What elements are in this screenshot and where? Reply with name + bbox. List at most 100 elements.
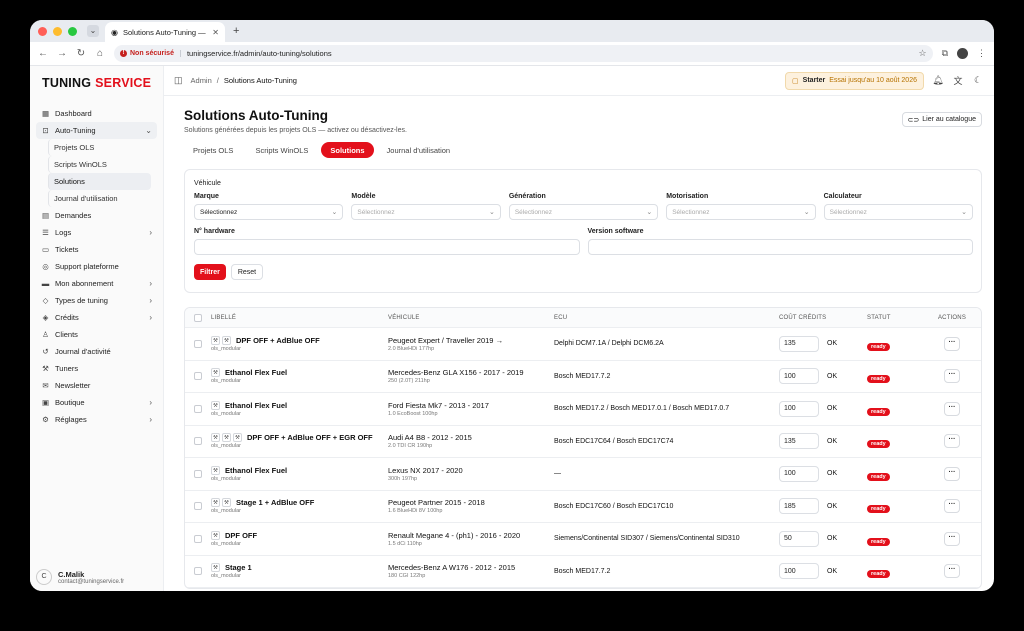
sidebar-item-journal-activite[interactable]: ↺ Journal d'activité (36, 343, 157, 360)
credits-ok-button[interactable]: OK (827, 373, 837, 380)
sidebar-item-abonnement[interactable]: ▬ Mon abonnement › (36, 275, 157, 292)
credits-input[interactable]: 100 (779, 563, 819, 580)
select-all-checkbox[interactable] (194, 313, 202, 322)
sidebar-item-tuners[interactable]: ⚒ Tuners (36, 360, 157, 377)
sidebar-toggle-icon[interactable]: ◫ (174, 75, 183, 86)
credits-input[interactable]: 135 (779, 433, 819, 450)
home-icon[interactable]: ⌂ (95, 48, 105, 59)
row-checkbox[interactable] (194, 339, 202, 348)
bookmark-star-icon[interactable]: ☆ (918, 48, 926, 59)
sidebar-item-credits[interactable]: ◈ Crédits › (36, 309, 157, 326)
software-input[interactable] (587, 239, 973, 255)
row-checkbox[interactable] (194, 437, 202, 446)
credits-input[interactable]: 100 (779, 368, 819, 385)
sidebar-item-tickets[interactable]: ▭ Tickets (36, 241, 157, 258)
table-row[interactable]: ⚒ ⚒ ⚒ DPF OFF + AdBlue OFF + EGR OFF ols_mod… (185, 426, 981, 458)
tab-scripts-winols[interactable]: Scripts WinOLS (246, 142, 317, 158)
profile-avatar[interactable] (957, 48, 968, 59)
sidebar-item-clients[interactable]: ♙ Clients (36, 326, 157, 343)
row-checkbox[interactable] (194, 534, 202, 543)
row-actions-button[interactable]: ··· (944, 499, 960, 514)
calculateur-select[interactable]: Sélectionnez ⌄ (823, 204, 974, 220)
forward-icon[interactable]: → (57, 48, 67, 59)
credits-ok-button[interactable]: OK (827, 568, 837, 575)
table-row[interactable]: ⚒ Stage 1 ols_modular Mercedes-Benz A W176 … (185, 556, 981, 588)
link-catalog-button[interactable]: ⊂⊃ Lier au catalogue (901, 112, 982, 127)
bell-icon[interactable]: 🔔︎ (932, 75, 944, 86)
row-checkbox[interactable] (194, 404, 202, 413)
credits-input[interactable]: 100 (779, 400, 819, 417)
filter-button[interactable]: Filtrer (194, 264, 226, 280)
window-controls (38, 26, 77, 36)
row-actions-button[interactable]: ··· (944, 434, 960, 449)
user-card[interactable]: C C.Malik contact@tuningservice.fr (36, 569, 157, 585)
sidebar-item-types-tuning[interactable]: ◇ Types de tuning › (36, 292, 157, 309)
credits-input[interactable]: 50 (779, 530, 819, 547)
sidebar-subitem-projets-ols[interactable]: Projets OLS (48, 139, 151, 156)
tab-projets-ols[interactable]: Projets OLS (184, 142, 242, 158)
browser-menu-icon[interactable]: ⋮ (977, 48, 986, 59)
url-field[interactable]: ! Non sécurisé tuningservice.fr/admin/au… (114, 45, 933, 62)
sidebar-item-reglages[interactable]: ⚙ Réglages › (36, 411, 157, 428)
tab-search-icon[interactable]: ⌄ (87, 25, 99, 37)
row-actions-button[interactable]: ··· (944, 401, 960, 416)
browser-tab[interactable]: ◉ Solutions Auto-Tuning — Adm ✕ (105, 22, 225, 42)
sidebar-item-newsletter[interactable]: ✉ Newsletter (36, 377, 157, 394)
sidebar-subitem-scripts-winols[interactable]: Scripts WinOLS (48, 156, 151, 173)
modele-select[interactable]: Sélectionnez ⌄ (351, 204, 501, 220)
maximize-window-button[interactable] (68, 26, 77, 36)
row-checkbox[interactable] (194, 567, 202, 576)
sidebar-item-auto-tuning[interactable]: ⊡ Auto-Tuning ⌄ (36, 122, 157, 139)
sidebar-item-dashboard[interactable]: ▦ Dashboard (36, 105, 157, 122)
moon-icon[interactable]: ☾ (972, 75, 984, 86)
credits-ok-button[interactable]: OK (827, 438, 837, 445)
row-actions-button[interactable]: ··· (944, 466, 960, 481)
reset-button[interactable]: Reset (230, 264, 264, 280)
row-checkbox[interactable] (194, 502, 202, 511)
sidebar-subitem-journal[interactable]: Journal d'utilisation (48, 190, 151, 207)
hardware-input[interactable] (194, 239, 580, 255)
row-actions-button[interactable]: ··· (944, 564, 960, 579)
tab-solutions[interactable]: Solutions (321, 142, 374, 158)
credits-ok-button[interactable]: OK (827, 535, 837, 542)
row-actions-button[interactable]: ··· (944, 336, 960, 351)
credits-input[interactable]: 185 (779, 498, 819, 515)
back-icon[interactable]: ← (38, 48, 48, 59)
credits-ok-button[interactable]: OK (827, 470, 837, 477)
table-row[interactable]: ⚒ ⚒ DPF OFF + AdBlue OFF ols_modular Peugeot… (185, 328, 981, 361)
credits-ok-button[interactable]: OK (827, 503, 837, 510)
close-window-button[interactable] (38, 26, 47, 36)
sidebar-item-support[interactable]: ◎ Support plateforme (36, 258, 157, 275)
security-indicator[interactable]: ! Non sécurisé (120, 50, 181, 57)
row-actions-button[interactable]: ··· (944, 369, 960, 384)
reload-icon[interactable]: ↻ (76, 48, 86, 59)
table-row[interactable]: ⚒ ⚒ Stage 1 + AdBlue OFF ols_modular Peugeot… (185, 491, 981, 523)
table-row[interactable]: ⚒ Ethanol Flex Fuel ols_modular Lexus NX 20… (185, 458, 981, 491)
plan-badge[interactable]: ▢ Starter Essai jusqu'au 10 août 2026 (785, 71, 924, 90)
table-row[interactable]: ⚒ DPF OFF ols_modular Renault Megane 4 - (p… (185, 523, 981, 556)
close-tab-icon[interactable]: ✕ (212, 28, 219, 37)
minimize-window-button[interactable] (53, 26, 62, 36)
new-tab-icon[interactable]: + (233, 25, 239, 37)
generation-select[interactable]: Sélectionnez ⌄ (508, 204, 659, 220)
credits-input[interactable]: 135 (779, 335, 819, 352)
tab-journal-utilisation[interactable]: Journal d'utilisation (378, 142, 460, 158)
row-checkbox[interactable] (194, 469, 202, 478)
sidebar-item-boutique[interactable]: ▣ Boutique › (36, 394, 157, 411)
translate-icon[interactable]: 文 (952, 74, 964, 87)
breadcrumb-root[interactable]: Admin (191, 76, 212, 85)
sidebar-subitem-solutions[interactable]: Solutions (48, 173, 151, 190)
row-actions-button[interactable]: ··· (944, 531, 960, 546)
row-checkbox[interactable] (194, 372, 202, 381)
marque-select[interactable]: Sélectionnez ⌄ (194, 204, 344, 220)
extensions-icon[interactable]: ⧉ (942, 48, 948, 59)
table-row[interactable]: ⚒ Ethanol Flex Fuel ols_modular Mercedes-Be… (185, 361, 981, 393)
sidebar-item-demandes[interactable]: ▤ Demandes (36, 207, 157, 224)
credits-ok-button[interactable]: OK (827, 405, 837, 412)
table-row[interactable]: ⚒ Ethanol Flex Fuel ols_modular Ford Fiesta… (185, 393, 981, 426)
motorisation-select[interactable]: Sélectionnez ⌄ (666, 204, 816, 220)
credits-input[interactable]: 100 (779, 465, 819, 482)
credits-ok-button[interactable]: OK (827, 340, 837, 347)
sidebar-item-logs[interactable]: ☰ Logs › (36, 224, 157, 241)
brand-logo[interactable]: TUNING SERVICE (30, 66, 163, 100)
